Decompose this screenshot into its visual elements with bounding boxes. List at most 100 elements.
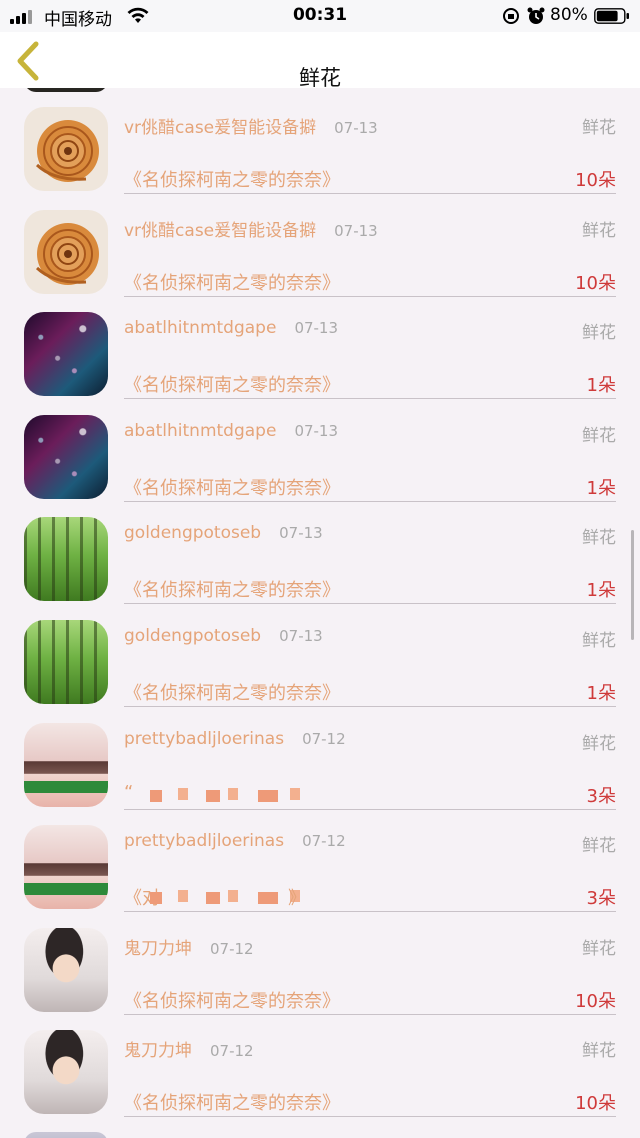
program-title: 《名侦探柯南之零的奈奈》 bbox=[124, 1093, 340, 1115]
battery-icon bbox=[594, 8, 629, 24]
status-bar: 中国移动 00:31 80% bbox=[0, 0, 640, 32]
boy-photo bbox=[24, 1030, 108, 1115]
signal-icon bbox=[10, 10, 36, 24]
user-avatar[interactable] bbox=[24, 312, 108, 397]
user-name: prettybadljloerinas 07-12 bbox=[124, 728, 346, 749]
record-date: 07-13 bbox=[279, 524, 323, 543]
list-item[interactable]: goldengpotoseb 07-13 鲜花 《名侦探柯南之零的奈奈》 1朵 bbox=[0, 498, 640, 605]
program-title: 《名侦探柯南之零的奈奈》 bbox=[124, 272, 340, 294]
row-divider bbox=[124, 1116, 616, 1118]
redaction-block bbox=[258, 789, 278, 802]
record-date: 07-13 bbox=[334, 221, 378, 240]
user-name: vr佻醋case爰智能设备擗 07-13 bbox=[124, 220, 378, 241]
scrollbar[interactable] bbox=[631, 530, 634, 640]
gift-amount: 1朵 bbox=[586, 477, 616, 499]
redaction-block bbox=[150, 789, 162, 802]
redaction-block bbox=[178, 787, 188, 800]
list-item[interactable]: abatlhitnmtdgape 07-13 鲜花 《名侦探柯南之零的奈奈》 1朵 bbox=[0, 396, 640, 502]
gift-amount: 10朵 bbox=[575, 1093, 616, 1115]
wifi-icon bbox=[127, 7, 149, 23]
program-title-end: 》 bbox=[288, 888, 306, 910]
user-name: 鬼刀力坤 07-12 bbox=[124, 1041, 254, 1062]
user-avatar[interactable] bbox=[24, 722, 108, 807]
boy-photo bbox=[24, 927, 108, 1012]
list-item[interactable]: goldengpotoseb 07-13 鲜花 《名侦探柯南之零的奈奈》 1朵 bbox=[0, 601, 640, 707]
program-title: 《名侦探柯南之零的奈奈》 bbox=[124, 375, 340, 397]
page-title: 鲜花 bbox=[299, 66, 341, 90]
shell-image bbox=[24, 209, 108, 294]
gift-category: 鲜花 bbox=[582, 631, 616, 651]
user-avatar[interactable] bbox=[24, 414, 108, 499]
record-date: 07-13 bbox=[279, 627, 323, 645]
list-item[interactable]: 鬼刀力坤 07-12 鲜花 《名侦探柯南之零的奈奈》 10朵 bbox=[0, 909, 640, 1015]
redaction-block bbox=[228, 787, 238, 800]
user-name: goldengpotoseb 07-13 bbox=[124, 626, 323, 646]
gift-category: 鲜花 bbox=[582, 118, 616, 138]
program-title: 《名侦探柯南之零的奈奈》 bbox=[124, 683, 340, 704]
dewdrops-image bbox=[24, 312, 108, 397]
gift-category: 鲜花 bbox=[582, 1041, 616, 1062]
record-date: 07-13 bbox=[294, 421, 339, 440]
record-date: 07-12 bbox=[210, 939, 254, 958]
list-item[interactable]: prettybadljloerinas 07-12 鲜花 “ 3朵 bbox=[0, 704, 640, 810]
gift-category: 鲜花 bbox=[582, 733, 616, 754]
program-title: 《名侦探柯南之零的奈奈》 bbox=[124, 170, 340, 191]
alarm-icon bbox=[527, 7, 545, 24]
redaction-block bbox=[150, 892, 162, 905]
program-title: 《名侦探柯南之零的奈奈》 bbox=[124, 990, 340, 1012]
gift-amount: 10朵 bbox=[575, 990, 616, 1012]
gift-record-list[interactable]: vr佻醋case爰智能设备擗 07-13 鲜花 《名侦探柯南之零的奈奈》 10朵 … bbox=[0, 88, 640, 1138]
battery-percent: 80% bbox=[550, 5, 588, 25]
gift-category: 鲜花 bbox=[582, 425, 616, 446]
dewdrops-image bbox=[24, 414, 108, 499]
carrier-label: 中国移动 bbox=[44, 10, 112, 30]
user-name: prettybadljloerinas 07-12 bbox=[124, 831, 346, 852]
user-name: abatlhitnmtdgape 07-13 bbox=[124, 318, 339, 339]
list-item[interactable]: abatlhitnmtdgape 07-13 鲜花 《名侦探柯南之零的奈奈》 1朵 bbox=[0, 293, 640, 400]
list-item[interactable]: vr佻醋case爰智能设备擗 07-13 鲜花 《名侦探柯南之零的奈奈》 10朵 bbox=[0, 88, 640, 194]
redaction-block bbox=[206, 892, 220, 905]
list-item[interactable]: vr佻醋case爰智能设备擗 07-13 鲜花 《名侦探柯南之零的奈奈》 10朵 bbox=[0, 191, 640, 297]
gift-category: 鲜花 bbox=[582, 938, 616, 959]
gift-amount: 1朵 bbox=[586, 375, 616, 397]
shell-image bbox=[24, 107, 108, 191]
redaction-block bbox=[290, 787, 300, 800]
forest-image bbox=[24, 620, 108, 704]
gift-amount: 3朵 bbox=[586, 888, 616, 910]
forest-image bbox=[24, 517, 108, 602]
user-name: goldengpotoseb 07-13 bbox=[124, 523, 323, 544]
gift-category: 鲜花 bbox=[582, 220, 616, 241]
avatar-partial-bottom bbox=[24, 1132, 108, 1138]
gift-amount: 1朵 bbox=[586, 683, 616, 704]
user-avatar[interactable] bbox=[24, 209, 108, 294]
orientation-lock-icon bbox=[503, 8, 519, 24]
gift-category: 鲜花 bbox=[582, 528, 616, 549]
user-avatar[interactable] bbox=[24, 927, 108, 1012]
program-title: “ bbox=[124, 781, 134, 803]
redaction-block bbox=[206, 789, 220, 802]
gift-category: 鲜花 bbox=[582, 836, 616, 857]
user-avatar[interactable] bbox=[24, 825, 108, 910]
record-date: 07-13 bbox=[294, 319, 339, 338]
list-item[interactable]: 鬼刀力坤 07-12 鲜花 《名侦探柯南之零的奈奈》 10朵 bbox=[0, 1011, 640, 1118]
user-name: vr佻醋case爰智能设备擗 07-13 bbox=[124, 118, 378, 138]
user-avatar[interactable] bbox=[24, 517, 108, 602]
user-avatar[interactable] bbox=[24, 620, 108, 704]
gift-amount: 3朵 bbox=[586, 785, 616, 807]
gift-amount: 1朵 bbox=[586, 580, 616, 602]
user-name: abatlhitnmtdgape 07-13 bbox=[124, 420, 339, 441]
user-name: 鬼刀力坤 07-12 bbox=[124, 938, 254, 959]
redaction-block bbox=[258, 892, 278, 905]
gift-category: 鲜花 bbox=[582, 323, 616, 344]
redaction-block bbox=[178, 890, 188, 903]
record-date: 07-12 bbox=[210, 1042, 254, 1061]
girl-photo bbox=[24, 722, 108, 807]
gift-amount: 10朵 bbox=[575, 272, 616, 294]
nav-header: 鲜花 bbox=[0, 32, 640, 90]
girl-photo bbox=[24, 825, 108, 910]
user-avatar[interactable] bbox=[24, 1030, 108, 1115]
user-avatar[interactable] bbox=[24, 107, 108, 191]
list-item[interactable]: prettybadljloerinas 07-12 鲜花 《对 3朵 》 bbox=[0, 806, 640, 913]
record-date: 07-12 bbox=[302, 832, 346, 851]
record-date: 07-13 bbox=[334, 119, 378, 137]
